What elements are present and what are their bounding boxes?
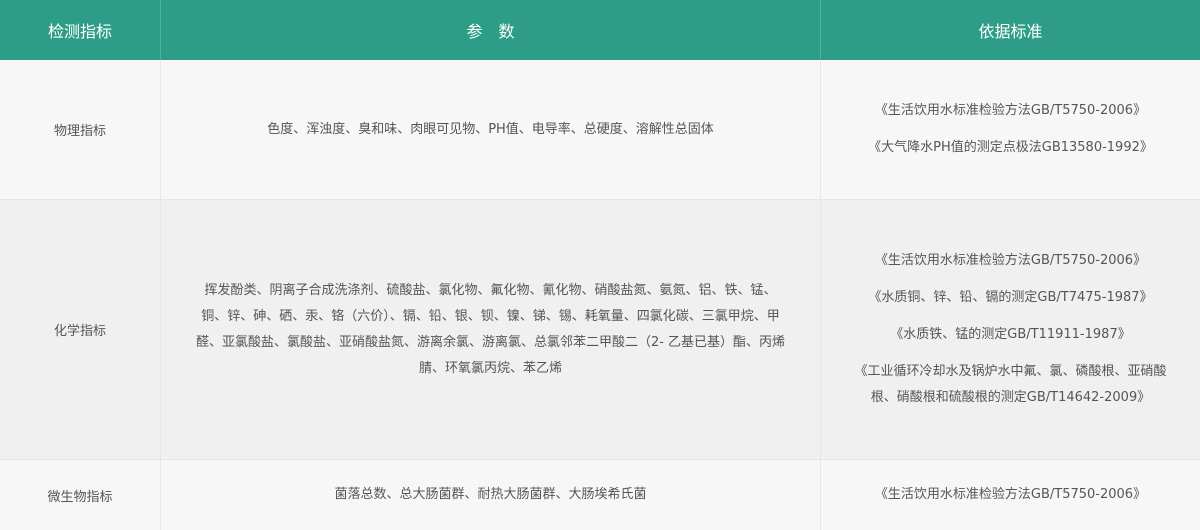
table-row: 化学指标 挥发酚类、阴离子合成洗涤剂、硫酸盐、氯化物、氟化物、氰化物、硝酸盐氮、…	[0, 200, 1200, 460]
indicator-cell: 物理指标	[53, 124, 106, 139]
standard-item: 《生活饮用水标准检验方法GB/T5750-2006》	[874, 103, 1147, 118]
standard-cell: 《生活饮用水标准检验方法GB/T5750-2006》 《水质铜、锌、铅、镉的测定…	[820, 200, 1200, 459]
params-text: 挥发酚类、阴离子合成洗涤剂、硫酸盐、氯化物、氟化物、氰化物、硝酸盐氮、氨氮、铝、…	[195, 282, 786, 376]
table-row: 微生物指标 菌落总数、总大肠菌群、耐热大肠菌群、大肠埃希氏菌 《生活饮用水标准检…	[0, 460, 1200, 530]
table-row: 物理指标 色度、浑浊度、臭和味、肉眼可见物、PH值、电导率、总硬度、溶解性总固体…	[0, 60, 1200, 200]
standard-list: 《生活饮用水标准检验方法GB/T5750-2006》 《水质铜、锌、铅、镉的测定…	[846, 248, 1176, 411]
standard-item: 《大气降水PH值的测定点极法GB13580-1992》	[868, 140, 1153, 155]
params-text: 菌落总数、总大肠菌群、耐热大肠菌群、大肠埃希氏菌	[334, 487, 647, 502]
standard-cell: 《生活饮用水标准检验方法GB/T5750-2006》	[820, 460, 1200, 530]
indicator-cell: 化学指标	[53, 324, 106, 339]
standard-list: 《生活饮用水标准检验方法GB/T5750-2006》	[846, 482, 1176, 508]
params-cell: 菌落总数、总大肠菌群、耐热大肠菌群、大肠埃希氏菌	[160, 460, 820, 530]
standard-cell: 《生活饮用水标准检验方法GB/T5750-2006》 《大气降水PH值的测定点极…	[820, 60, 1200, 199]
standard-item: 《水质铁、锰的测定GB/T11911-1987》	[890, 327, 1131, 342]
table-header: 检测指标 参 数 依据标准	[0, 0, 1200, 60]
indicator-cell: 微生物指标	[47, 489, 113, 505]
header-indicator: 检测指标	[47, 22, 112, 41]
params-cell: 色度、浑浊度、臭和味、肉眼可见物、PH值、电导率、总硬度、溶解性总固体	[160, 60, 820, 199]
standard-item: 《水质铜、锌、铅、镉的测定GB/T7475-1987》	[868, 290, 1153, 305]
standard-list: 《生活饮用水标准检验方法GB/T5750-2006》 《大气降水PH值的测定点极…	[846, 98, 1176, 161]
standard-item: 《生活饮用水标准检验方法GB/T5750-2006》	[874, 253, 1147, 268]
params-cell: 挥发酚类、阴离子合成洗涤剂、硫酸盐、氯化物、氟化物、氰化物、硝酸盐氮、氨氮、铝、…	[160, 200, 820, 459]
standard-item: 《生活饮用水标准检验方法GB/T5750-2006》	[874, 487, 1147, 502]
standard-item: 《工业循环冷却水及锅炉水中氟、氯、磷酸根、亚硝酸根、硝酸根和硫酸根的测定GB/T…	[854, 364, 1167, 405]
testing-standards-table: 检测指标 参 数 依据标准 物理指标 色度、浑浊度、臭和味、肉眼可见物、PH值、…	[0, 0, 1200, 530]
header-params: 参 数	[160, 0, 820, 60]
params-text: 色度、浑浊度、臭和味、肉眼可见物、PH值、电导率、总硬度、溶解性总固体	[267, 121, 714, 137]
header-standard: 依据标准	[820, 0, 1200, 60]
